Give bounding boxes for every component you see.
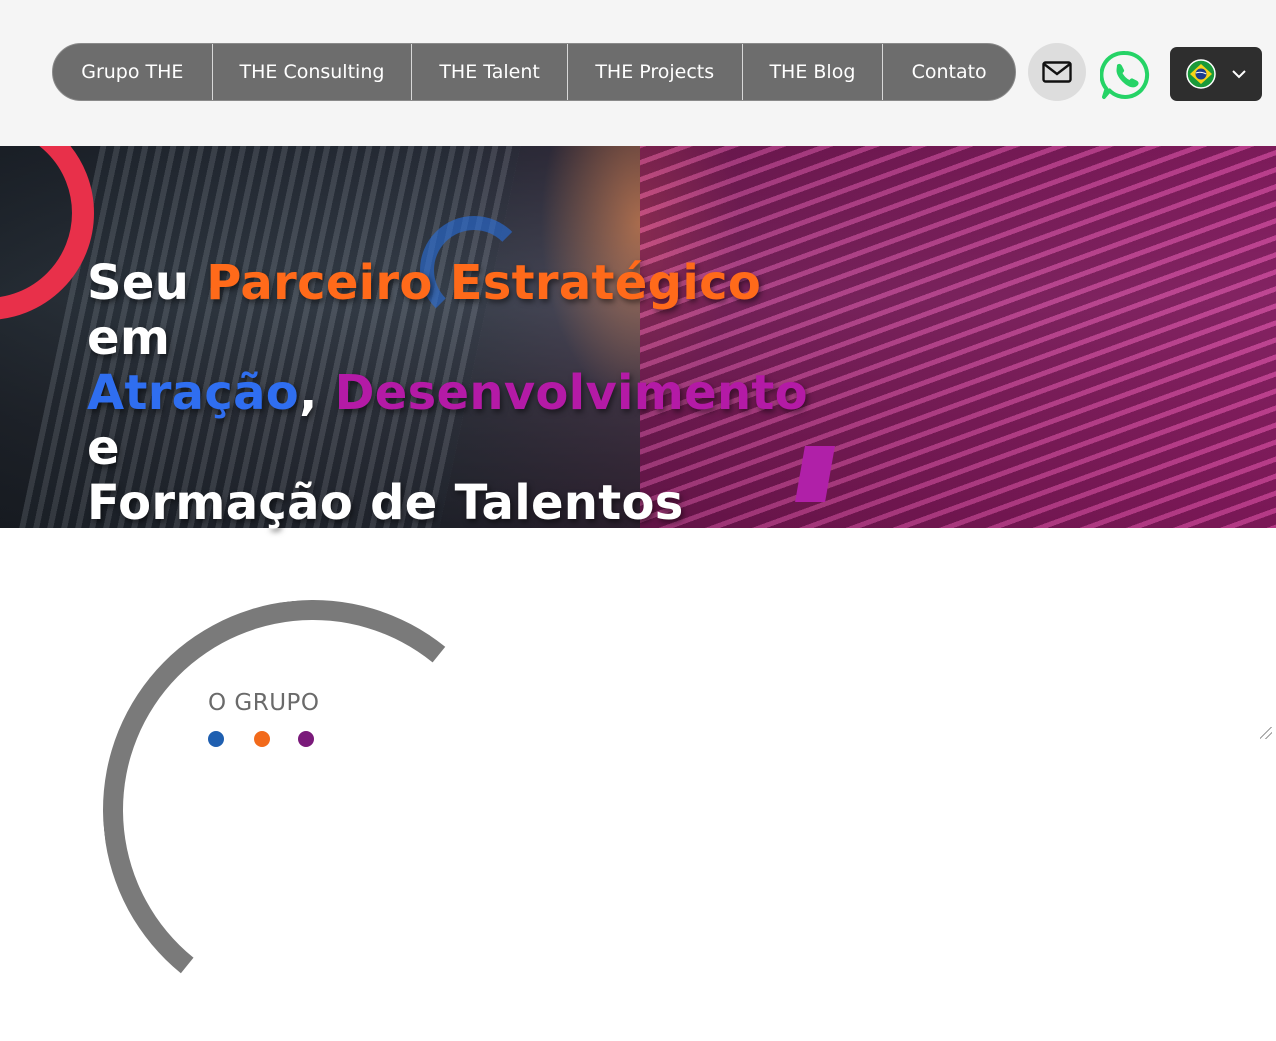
whatsapp-button[interactable]	[1099, 49, 1151, 101]
headline-highlight-blue: Atração	[87, 365, 300, 421]
main-nav: Grupo THE THE Consulting THE Talent THE Pro…	[52, 43, 1016, 101]
headline-highlight-purple: Desenvolvimento	[334, 365, 808, 421]
headline-highlight-orange: Parceiro Estratégico	[206, 255, 762, 311]
section-dot	[254, 731, 270, 747]
nav-item-the-talent[interactable]: THE Talent	[412, 44, 568, 100]
headline-text: em	[87, 310, 171, 366]
brazil-flag-icon	[1186, 59, 1216, 89]
nav-item-the-consulting[interactable]: THE Consulting	[213, 44, 413, 100]
nav-item-grupo-the[interactable]: Grupo THE	[53, 44, 213, 100]
mail-icon	[1042, 61, 1072, 83]
resize-handle[interactable]	[1260, 727, 1272, 739]
nav-item-the-blog[interactable]: THE Blog	[743, 44, 884, 100]
section-dot	[208, 731, 224, 747]
whatsapp-icon	[1100, 50, 1150, 99]
headline-text: ,	[299, 365, 335, 421]
top-header: Grupo THE THE Consulting THE Talent THE Pro…	[0, 0, 1276, 146]
section-dot	[298, 731, 314, 747]
nav-item-contato[interactable]: Contato	[883, 44, 1015, 100]
headline-text: Formação de Talentos	[87, 475, 684, 531]
decorative-gray-arc	[82, 579, 544, 1041]
chevron-down-icon	[1232, 70, 1246, 79]
email-button[interactable]	[1028, 43, 1086, 101]
section-title: O GRUPO	[208, 690, 320, 716]
language-selector[interactable]	[1170, 47, 1262, 101]
hero-headline: Seu Parceiro Estratégico em Atração, Des…	[87, 256, 847, 531]
headline-text: Seu	[87, 255, 207, 311]
nav-item-the-projects[interactable]: THE Projects	[568, 44, 743, 100]
headline-text: e	[87, 420, 120, 476]
